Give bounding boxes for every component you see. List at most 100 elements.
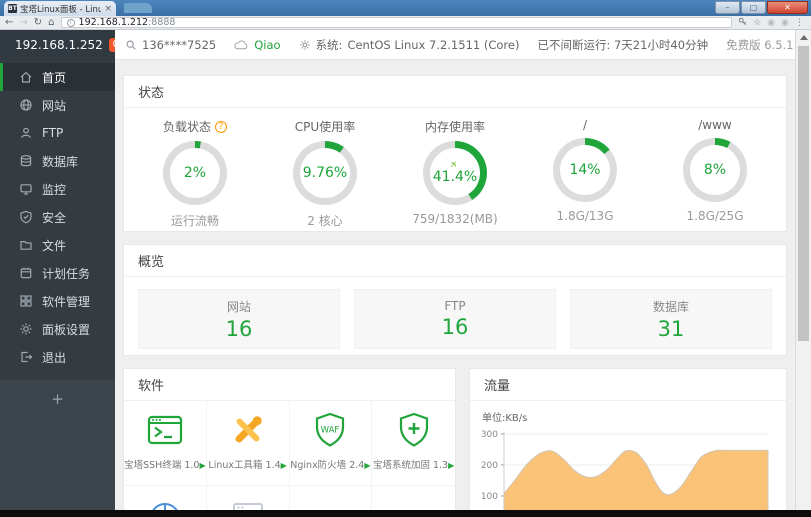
overview-card: 概览 网站 16 FTP 16 数据库 31 [123, 244, 787, 356]
screen: BT 宝塔Linux面板 - Linux版 × – ▢ ✕ ← → ↻ ⌂ i … [0, 0, 811, 517]
shield-icon [19, 210, 33, 224]
overview-ftp[interactable]: FTP 16 [354, 289, 556, 349]
forward-icon[interactable]: → [19, 17, 27, 29]
gauge-disk-www: /www 8% 1.8G/25G [653, 118, 777, 229]
sidebar-add-button[interactable]: + [51, 390, 64, 408]
gauge-ring-disk-root: 14% [553, 138, 617, 202]
gauge-ring-memory: ✈ 41.4% [423, 141, 487, 205]
play-icon: ▶ [448, 461, 455, 470]
software-title: 软件 [124, 369, 455, 401]
sidebar-item-soft[interactable]: 软件管理 [0, 287, 115, 315]
gauge-load: 负载状态? 2% 运行流畅 [133, 118, 257, 229]
cloud-icon [234, 40, 248, 49]
bookmark-star-icon[interactable]: ☆ [753, 18, 761, 28]
software-linux-toolbox[interactable]: Linux工具箱 1.4▶ [206, 401, 290, 486]
settings-icon [19, 322, 33, 336]
sidebar-item-config[interactable]: 面板设置 [0, 315, 115, 343]
uptime-text: 已不间断运行: 7天21小时40分钟 [537, 37, 709, 52]
browser-tab[interactable]: BT 宝塔Linux面板 - Linux版 × [4, 1, 116, 16]
shield-plus-icon [394, 410, 434, 450]
server-ip-block: 192.168.1.252 0 [0, 30, 123, 60]
software-nginx-waf[interactable]: WAF Nginx防火墙 2.4▶ [289, 401, 373, 486]
maximize-button[interactable]: ▢ [741, 1, 766, 14]
svg-text:100: 100 [481, 492, 498, 502]
extension-icon[interactable]: ◉ [781, 18, 789, 28]
scrollbar-thumb[interactable] [798, 46, 809, 341]
sidebar-item-home[interactable]: 首页 [0, 63, 115, 91]
monitor-icon [19, 182, 33, 196]
traffic-unit-label: 单位:KB/s [482, 413, 528, 424]
sidebar: 192.168.1.252 0 首页 网站 FTP 数据库 监控 安全 文件 计… [0, 30, 123, 517]
folder-icon [19, 238, 33, 252]
page-scrollbar[interactable] [795, 30, 811, 517]
tab-close-icon[interactable]: × [104, 4, 112, 14]
gauge-ring-disk-www: 8% [683, 138, 747, 202]
svg-text:300: 300 [481, 430, 498, 440]
overview-databases[interactable]: 数据库 31 [570, 289, 772, 349]
help-icon[interactable]: ? [215, 120, 227, 133]
home-icon[interactable]: ⌂ [48, 17, 54, 29]
database-icon [19, 154, 33, 168]
close-button[interactable]: ✕ [767, 1, 808, 14]
waf-shield-icon: WAF [310, 410, 350, 450]
refresh-icon[interactable]: ↻ [34, 17, 42, 29]
sidebar-menu: 首页 网站 FTP 数据库 监控 安全 文件 计划任务 软件管理 面板设置 退出 [0, 60, 115, 371]
gauge-memory: 内存使用率 ✈ 41.4% 759/1832(MB) [412, 120, 498, 226]
account-item[interactable]: 136****7525 [125, 38, 216, 52]
gauge-disk-root: / 14% 1.8G/13G [523, 118, 647, 229]
overview-sites[interactable]: 网站 16 [138, 289, 340, 349]
cloud-account-item[interactable]: Qiao [234, 38, 281, 52]
play-icon: ▶ [280, 461, 287, 470]
logout-icon [19, 350, 33, 364]
system-info-item: 系统: CentOS Linux 7.2.1511 (Core) [299, 37, 519, 53]
gauge-ring-load: 2% [163, 141, 227, 205]
sidebar-item-database[interactable]: 数据库 [0, 147, 115, 175]
software-card: 软件 宝塔SSH终端 1.0▶ Linux工具箱 1.4▶ WAF Nginx防… [123, 368, 456, 517]
favicon-bt-icon: BT [8, 4, 17, 13]
traffic-card: 流量 单位:KB/s 300 200 100 [469, 368, 787, 517]
sidebar-item-ftp[interactable]: FTP [0, 119, 115, 147]
server-ip: 192.168.1.252 [15, 38, 103, 52]
terminal-icon [145, 410, 185, 450]
taskbar [0, 510, 811, 517]
new-tab-button[interactable] [124, 3, 152, 13]
software-ssh-terminal[interactable]: 宝塔SSH终端 1.0▶ [124, 401, 207, 486]
apps-icon [19, 294, 33, 308]
sidebar-item-files[interactable]: 文件 [0, 231, 115, 259]
gauge-cpu: CPU使用率 9.76% 2 核心 [293, 120, 357, 228]
traffic-title: 流量 [470, 369, 786, 401]
schedule-icon [19, 266, 33, 280]
software-system-hardening[interactable]: 宝塔系统加固 1.3▶ [372, 401, 455, 486]
status-card: 状态 负载状态? 2% 运行流畅 CPU使用率 9.76% 2 核心 内存使用率… [123, 75, 787, 232]
svg-text:WAF: WAF [321, 426, 340, 436]
page-info-icon[interactable]: i [66, 18, 75, 27]
gear-icon [299, 39, 310, 50]
svg-text:200: 200 [481, 461, 498, 471]
panel-header: 136****7525 Qiao 系统: CentOS Linux 7.2.15… [115, 30, 795, 60]
gauge-ring-cpu: 9.76% [293, 141, 357, 205]
back-icon[interactable]: ← [5, 17, 13, 29]
sidebar-footer: + [0, 380, 115, 517]
overview-title: 概览 [124, 245, 786, 277]
search-icon [126, 40, 136, 50]
sidebar-item-website[interactable]: 网站 [0, 91, 115, 119]
scrollbar-up-icon[interactable] [799, 35, 808, 40]
play-icon: ▶ [364, 461, 371, 470]
tab-title: 宝塔Linux面板 - Linux版 [20, 4, 102, 15]
status-title: 状态 [124, 76, 786, 108]
sidebar-item-monitor[interactable]: 监控 [0, 175, 115, 203]
browser-menu-icon[interactable]: ⋮ [795, 18, 804, 28]
sidebar-item-cron[interactable]: 计划任务 [0, 259, 115, 287]
ftp-icon [19, 126, 33, 140]
key-extension-icon[interactable] [738, 17, 747, 29]
sidebar-item-logout[interactable]: 退出 [0, 343, 115, 371]
url-text: 192.168.1.212:8888 [78, 17, 176, 28]
toolbox-icon [228, 410, 268, 450]
address-bar[interactable]: i 192.168.1.212:8888 [60, 17, 733, 28]
minimize-button[interactable]: – [715, 1, 740, 14]
browser-toolbar: ← → ↻ ⌂ i 192.168.1.212:8888 ☆ ◉ ◉ ⋮ [0, 16, 811, 30]
play-icon: ▶ [199, 461, 206, 470]
main-content: 状态 负载状态? 2% 运行流畅 CPU使用率 9.76% 2 核心 内存使用率… [115, 60, 795, 517]
sidebar-item-security[interactable]: 安全 [0, 203, 115, 231]
extension-icon[interactable]: ◉ [767, 18, 775, 28]
